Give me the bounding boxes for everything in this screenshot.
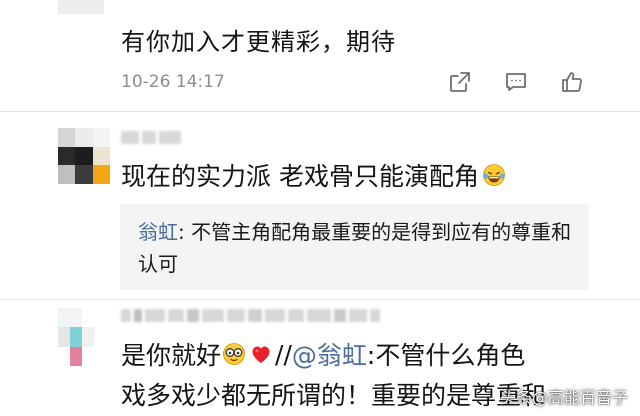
red-heart-emoji [249,342,273,366]
comment-divider [0,111,640,112]
comment-divider [0,299,640,300]
comment-text: 有你加入才更精彩，期待 [121,28,396,56]
comment-text: 是你就好 // @翁虹 :不管什么角色 [121,336,525,372]
glasses-emoji [222,342,246,366]
username-redacted [121,309,380,322]
comment-timestamp: 10-26 14:17 [121,72,225,92]
like-button[interactable] [558,68,586,96]
share-button[interactable] [446,68,474,96]
comment-feed: 有你加入才更精彩，期待 10-26 14:17 现在的实力派 老戏骨只能演配角 … [0,0,640,416]
mention-link[interactable]: @翁虹 [292,336,367,372]
thumbs-up-icon [562,72,582,92]
comment-body-continued: :不管什么角色 [366,341,526,370]
reply-button[interactable] [502,68,530,96]
quote-separator: : [178,220,192,244]
watermark: 头条@高能百音子 [499,388,628,407]
username-redacted [121,131,181,144]
quoted-reply[interactable]: 翁虹: 不管主角配角最重要的是得到应有的尊重和认可 [120,204,589,290]
quoted-reply-text: 翁虹: 不管主角配角最重要的是得到应有的尊重和认可 [138,216,578,280]
avatar[interactable] [58,308,94,366]
comment-text: 现在的实力派 老戏骨只能演配角 [121,157,506,193]
avatar[interactable] [58,128,110,184]
comment-body-line2: 戏多戏少都无所谓的！重要的是尊重和 [121,381,547,410]
repost-separator: // [275,339,292,369]
quoted-author-link[interactable]: 翁虹 [138,220,178,244]
comment-body: 是你就好 [121,341,222,370]
comment-body: 现在的实力派 老戏骨只能演配角 [121,162,479,191]
quoted-body: 不管主角配角最重要的是得到应有的尊重和认可 [138,220,572,276]
share-out-icon [450,72,470,92]
avatar[interactable] [58,0,104,14]
comment-bubble-icon [506,73,526,91]
laughing-tears-emoji [482,163,506,187]
